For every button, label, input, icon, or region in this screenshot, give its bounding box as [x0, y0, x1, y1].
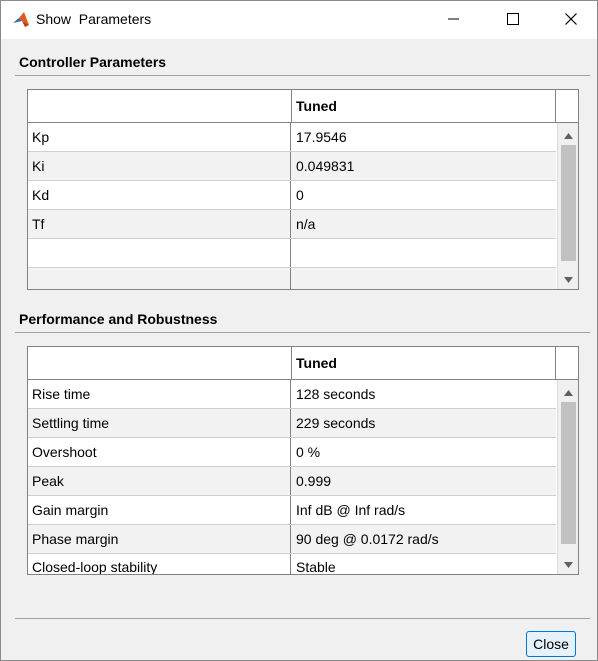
param-name-cell: Kp — [28, 123, 291, 151]
metric-name-cell: Overshoot — [28, 438, 291, 466]
scroll-up-button[interactable] — [558, 125, 578, 143]
table-row[interactable]: Settling time 229 seconds — [28, 409, 556, 438]
scroll-down-button[interactable] — [558, 269, 578, 287]
table-row[interactable]: Phase margin 90 deg @ 0.0172 rad/s — [28, 525, 556, 554]
vertical-scrollbar[interactable] — [557, 123, 578, 289]
controller-parameters-heading: Controller Parameters — [19, 54, 167, 70]
table-row[interactable]: Gain margin Inf dB @ Inf rad/s — [28, 496, 556, 525]
table-row[interactable]: Peak 0.999 — [28, 467, 556, 496]
metric-name-cell: Settling time — [28, 409, 291, 437]
param-name-cell — [28, 239, 291, 267]
chevron-down-icon — [564, 270, 573, 286]
title-bar[interactable]: Show Parameters — [1, 1, 597, 39]
param-name-cell: Ki — [28, 152, 291, 180]
header-cell-tuned[interactable]: Tuned — [292, 90, 556, 122]
param-value-cell: 17.9546 — [296, 129, 347, 145]
header-cell-tuned[interactable]: Tuned — [292, 347, 556, 379]
param-name-cell: Tf — [28, 210, 291, 238]
metric-value-cell: 229 seconds — [296, 415, 376, 431]
table-row[interactable]: Ki 0.049831 — [28, 152, 556, 181]
performance-robustness-heading: Performance and Robustness — [19, 311, 218, 327]
param-name-cell — [28, 268, 291, 289]
performance-robustness-table: Tuned Rise time 128 seconds Settling tim… — [27, 346, 579, 575]
scroll-down-button[interactable] — [558, 554, 578, 572]
table-row[interactable]: Overshoot 0 % — [28, 438, 556, 467]
section-divider — [15, 75, 590, 76]
table-row[interactable]: Closed-loop stability Stable — [28, 554, 556, 575]
param-value-cell — [292, 268, 556, 289]
table-body: Rise time 128 seconds Settling time 229 … — [28, 380, 556, 575]
metric-name-cell: Closed-loop stability — [28, 554, 291, 574]
scroll-up-button[interactable] — [558, 382, 578, 400]
close-window-button[interactable] — [548, 1, 594, 39]
header-corner — [557, 90, 578, 122]
footer-divider — [15, 618, 590, 619]
metric-name-cell: Rise time — [28, 380, 291, 408]
metric-value-cell: 128 seconds — [296, 386, 376, 402]
param-value-cell: n/a — [296, 216, 316, 232]
table-row[interactable] — [28, 268, 556, 289]
matlab-icon — [11, 10, 31, 30]
close-button[interactable]: Close — [526, 631, 576, 657]
metric-value-cell: 90 deg @ 0.0172 rad/s — [296, 531, 439, 547]
metric-value-cell: Inf dB @ Inf rad/s — [296, 502, 406, 518]
param-value-cell: 0 — [296, 187, 304, 203]
maximize-button[interactable] — [490, 1, 536, 39]
header-cell-name — [28, 90, 292, 122]
metric-name-cell: Peak — [28, 467, 291, 495]
header-cell-name — [28, 347, 292, 379]
table-header: Tuned — [28, 90, 578, 123]
section-divider — [15, 332, 590, 333]
metric-name-cell: Gain margin — [28, 496, 291, 524]
metric-value-cell: 0 % — [296, 444, 321, 460]
controller-parameters-table: Tuned Kp 17.9546 Ki 0.049831 Kd 0 Tf n/a — [27, 89, 579, 290]
show-parameters-window: Show Parameters Controller Parameters Tu… — [0, 0, 598, 661]
table-row[interactable]: Tf n/a — [28, 210, 556, 239]
scrollbar-thumb[interactable] — [561, 145, 576, 261]
metric-value-cell: Stable — [296, 559, 336, 575]
table-row[interactable]: Kd 0 — [28, 181, 556, 210]
table-body: Kp 17.9546 Ki 0.049831 Kd 0 Tf n/a — [28, 123, 556, 289]
table-header: Tuned — [28, 347, 578, 380]
vertical-scrollbar[interactable] — [557, 380, 578, 574]
metric-value-cell: 0.999 — [296, 473, 332, 489]
header-corner — [557, 347, 578, 379]
minimize-icon — [448, 12, 460, 28]
param-name-cell: Kd — [28, 181, 291, 209]
chevron-up-icon — [564, 383, 573, 399]
chevron-up-icon — [564, 126, 573, 142]
maximize-icon — [507, 12, 519, 28]
table-row[interactable] — [28, 239, 556, 268]
close-icon — [565, 12, 577, 28]
table-row[interactable]: Kp 17.9546 — [28, 123, 556, 152]
metric-name-cell: Phase margin — [28, 525, 291, 553]
minimize-button[interactable] — [431, 1, 477, 39]
scrollbar-thumb[interactable] — [561, 402, 576, 544]
param-value-cell — [292, 239, 556, 267]
param-value-cell: 0.049831 — [296, 158, 355, 174]
chevron-down-icon — [564, 555, 573, 571]
table-row[interactable]: Rise time 128 seconds — [28, 380, 556, 409]
window-title: Show Parameters — [36, 11, 152, 27]
